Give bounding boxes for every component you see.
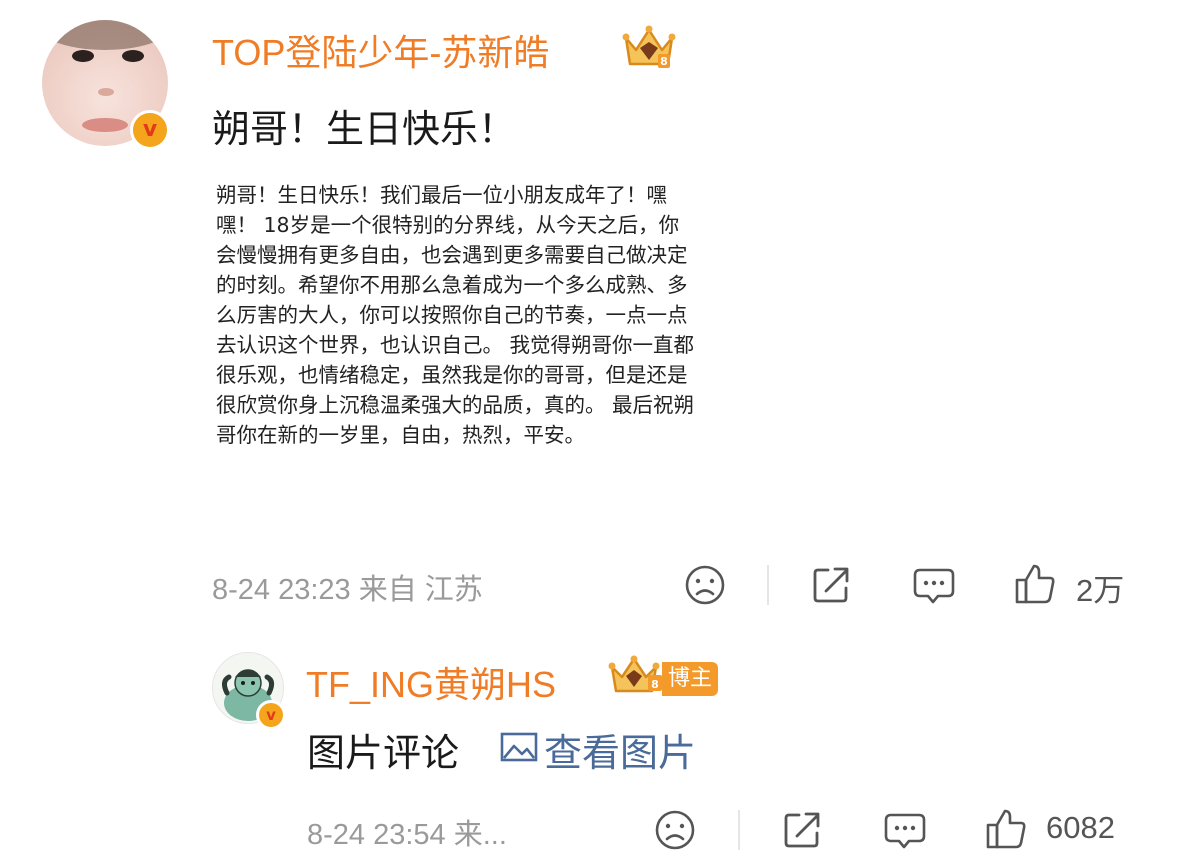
share-icon[interactable] [810,564,852,606]
sad-face-icon[interactable] [654,809,696,851]
view-picture-label[interactable]: 查看图片 [544,722,696,777]
image-icon [500,732,538,762]
action-divider [738,810,740,850]
reply-author-name[interactable]: TF_ING黄朔HS [306,656,556,708]
comment-icon[interactable] [883,811,927,851]
letter-image-text[interactable]: 朔哥！生日快乐！我们最后一位小朋友成年了！嘿嘿！ 18岁是一个很特别的分界线，从… [216,180,694,450]
view-picture-link[interactable]: 查看图片 [500,722,696,777]
post-like-count: 2万 [1076,573,1125,608]
reply-like-count: 6082 [1046,810,1115,845]
verified-badge-icon: v [130,110,170,150]
svg-text:8: 8 [660,55,668,68]
comment-icon[interactable] [912,566,956,606]
reply-meta: 8-24 23:54 来... [307,819,507,851]
crown-badge-icon[interactable]: 8 [608,655,664,699]
svg-text:8: 8 [651,678,659,691]
sad-face-icon[interactable] [684,564,726,606]
post-meta: 8-24 23:23 来自 江苏 [212,574,483,606]
post-headline: 朔哥！生日快乐！ [212,107,517,151]
verified-badge-icon: v [256,700,286,730]
action-divider [767,565,769,605]
author-tag: 博主 [662,662,719,696]
thumbs-up-icon[interactable] [984,807,1028,851]
post-author-name[interactable]: TOP登陆少年-苏新皓 [212,24,549,76]
crown-badge-icon[interactable]: 8 [622,24,676,72]
reply-text: 图片评论 [307,731,460,775]
thumbs-up-icon[interactable] [1013,562,1057,606]
share-icon[interactable] [781,809,823,851]
